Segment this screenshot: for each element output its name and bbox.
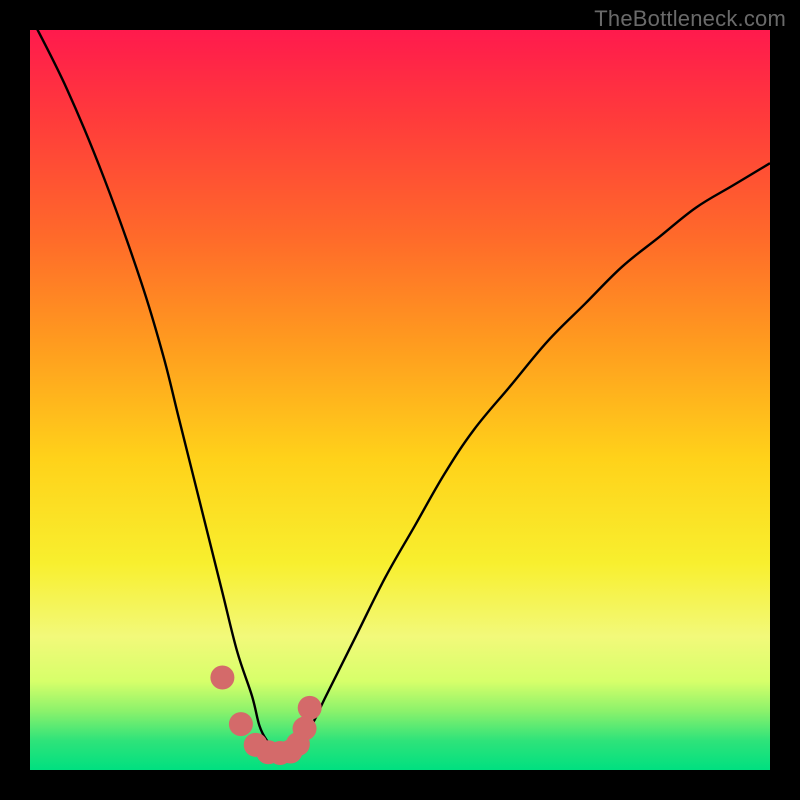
chart-frame: TheBottleneck.com (0, 0, 800, 800)
plot-area (30, 30, 770, 770)
highlight-dot (210, 666, 234, 690)
bottleneck-curve (30, 15, 770, 748)
highlight-dot (298, 696, 322, 720)
curve-svg (30, 30, 770, 770)
highlight-dot (229, 712, 253, 736)
highlight-dot (293, 717, 317, 741)
watermark-text: TheBottleneck.com (594, 6, 786, 32)
highlight-dots (210, 666, 321, 765)
